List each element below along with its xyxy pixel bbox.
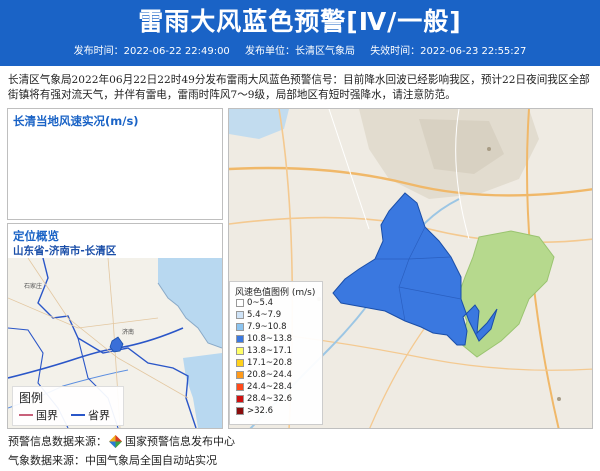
location-path: 山东省-济南市-长清区 (13, 245, 117, 257)
warning-title: 雷雨大风蓝色预警[Ⅳ/一般] (138, 7, 462, 36)
warning-banner: 雷雨大风蓝色预警[Ⅳ/一般] 发布时间：2022-06-22 22:49:00 … (0, 0, 600, 66)
wind-swatch (236, 335, 244, 343)
wind-swatch (236, 371, 244, 379)
wind-legend-item: 7.9~10.8 (236, 322, 287, 332)
weather-source-line: 气象数据来源：中国气象局全国自动站实况 (8, 452, 217, 468)
wind-swatch (236, 359, 244, 367)
overview-legend: 图例 国界 省界 (12, 386, 124, 426)
wind-swatch (236, 323, 244, 331)
city-label-shijiazhuang: 石家庄 (24, 282, 42, 290)
legend-province-border: 省界 (71, 407, 110, 423)
wind-swatch (236, 395, 244, 403)
warning-description: 长清区气象局2022年06月22日22时49分发布雷雨大风蓝色预警信号：目前降水… (8, 74, 590, 101)
wind-legend-item: 13.8~17.1 (236, 346, 292, 356)
warning-source-line: 预警信息数据来源： 国家预警信息发布中心 (8, 433, 235, 449)
city-label-jinan: 济南 (122, 328, 134, 336)
wind-panel-title: 长清当地风速实况(m/s) (13, 114, 139, 128)
warning-source-org[interactable]: 国家预警信息发布中心 (125, 433, 235, 449)
legend-national-border: 国界 (19, 407, 58, 423)
location-panel-title: 定位概览 (13, 229, 59, 243)
wind-legend-item: 20.8~24.4 (236, 370, 292, 380)
wind-legend-item: 28.4~32.6 (236, 394, 292, 404)
wind-speed-legend: 风速色值图例 (m/s) 0~5.4 5.4~7.9 7.9~10.8 10.8… (229, 281, 323, 425)
warning-meta: 发布时间：2022-06-22 22:49:00 发布单位：长清区气象局 失效时… (0, 45, 600, 59)
province-border-swatch (71, 414, 85, 416)
expire-time: 失效时间：2022-06-23 22:55:27 (370, 46, 527, 57)
national-border-swatch (19, 414, 33, 416)
wind-swatch (236, 311, 244, 319)
issuer: 发布单位：长清区气象局 (245, 46, 355, 57)
weather-source-text: 气象数据来源：中国气象局全国自动站实况 (8, 454, 217, 467)
wind-swatch (236, 299, 244, 307)
wind-legend-item: 0~5.4 (236, 298, 273, 308)
wind-swatch (236, 347, 244, 355)
wind-swatch (236, 383, 244, 391)
wind-legend-item: 17.1~20.8 (236, 358, 292, 368)
wind-swatch (236, 407, 244, 415)
wind-legend-item: 24.4~28.4 (236, 382, 292, 392)
overview-legend-title: 图例 (19, 391, 44, 405)
wind-legend-title: 风速色值图例 (m/s) (235, 288, 316, 298)
wind-legend-item: 5.4~7.9 (236, 310, 281, 320)
wind-legend-item: 10.8~13.8 (236, 334, 292, 344)
warning-center-logo-icon (109, 434, 122, 448)
wind-speed-panel: 长清当地风速实况(m/s) (7, 108, 223, 220)
issue-time: 发布时间：2022-06-22 22:49:00 (73, 46, 230, 57)
warning-source-label: 预警信息数据来源： (8, 435, 107, 448)
wind-legend-item: >32.6 (236, 406, 273, 416)
